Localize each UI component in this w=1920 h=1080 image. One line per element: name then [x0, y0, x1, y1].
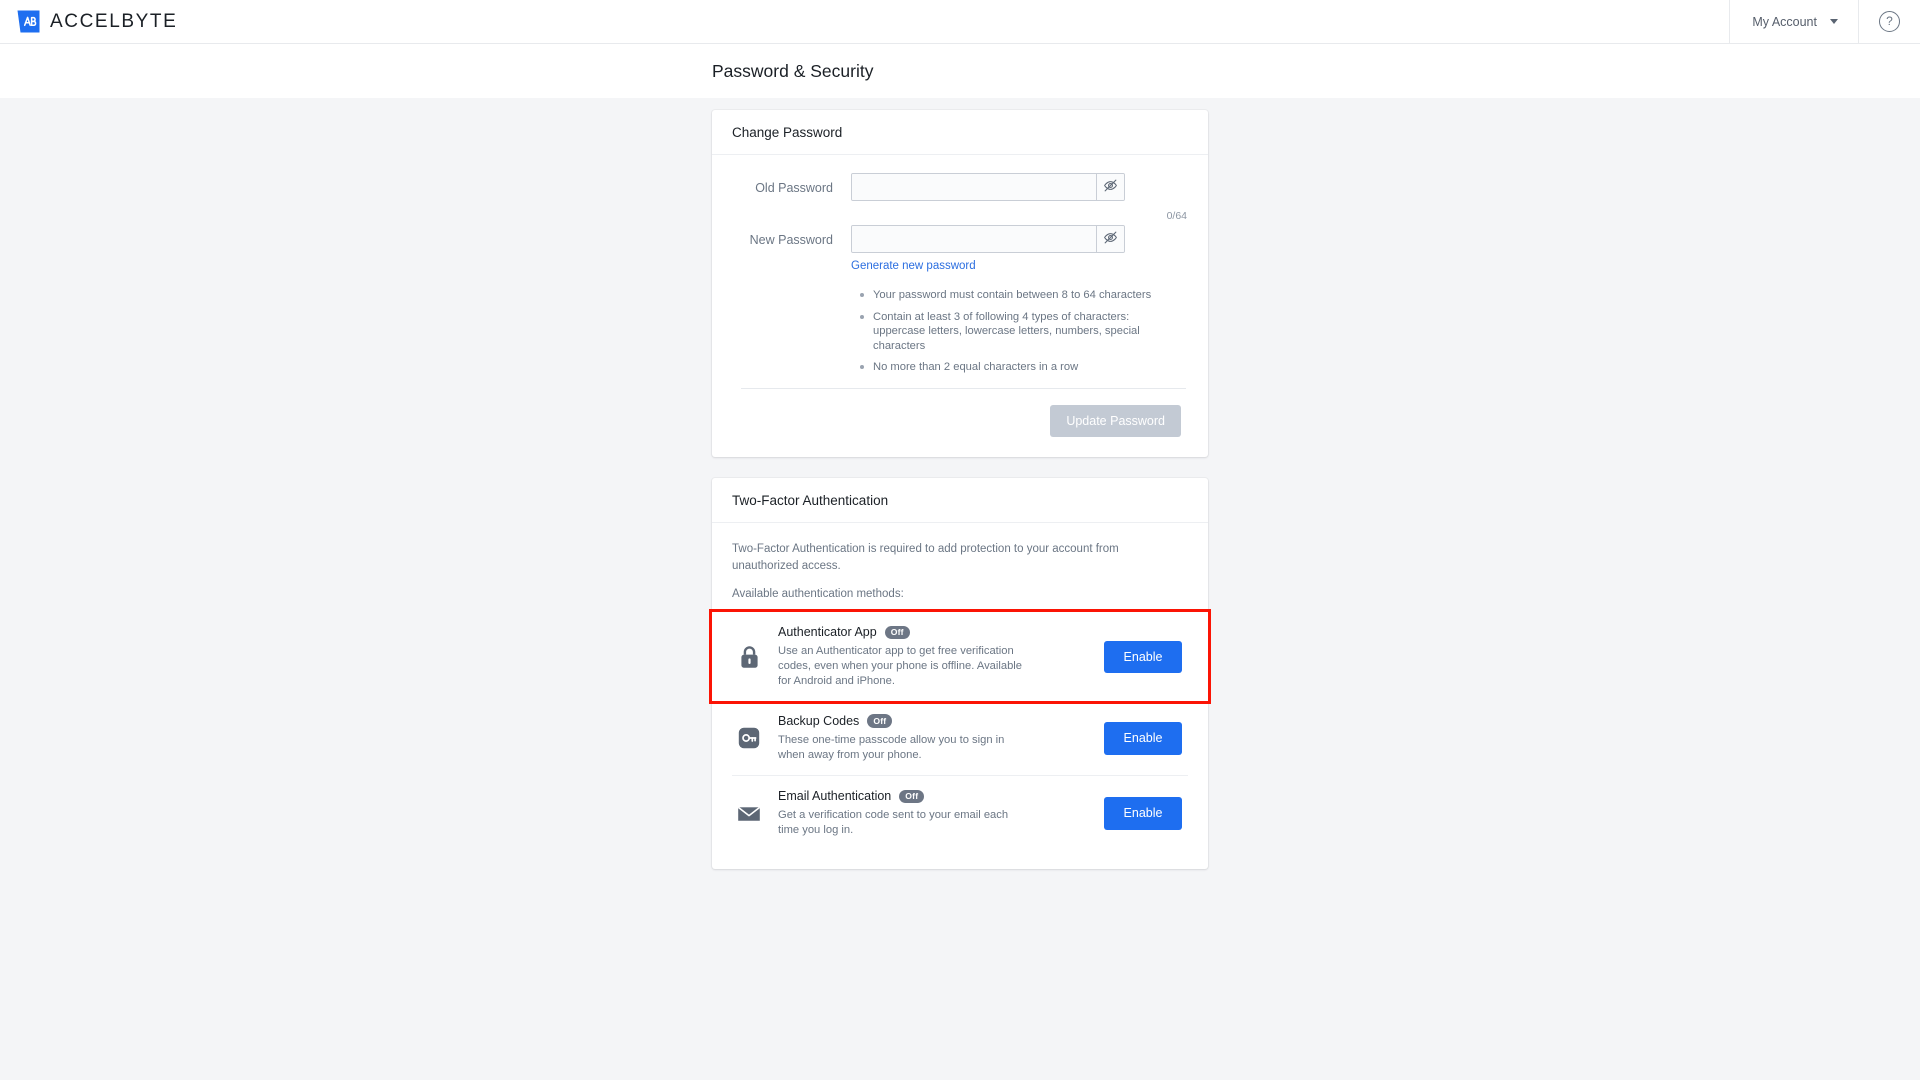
- account-menu-button[interactable]: My Account: [1729, 0, 1858, 44]
- chevron-down-icon: [1830, 19, 1838, 24]
- page-title: Password & Security: [712, 60, 874, 81]
- key-icon: [734, 727, 764, 749]
- page-title-band: Password & Security: [0, 44, 1920, 98]
- method-action-authenticator-app: Enable: [1104, 640, 1184, 674]
- generate-new-password-link[interactable]: Generate new password: [851, 260, 976, 272]
- status-badge: Off: [884, 625, 910, 640]
- password-rules-list: Your password must contain between 8 to …: [859, 288, 1188, 375]
- method-row-backup-codes: Backup Codes Off These one-time passcode…: [732, 701, 1188, 775]
- update-password-button[interactable]: Update Password: [1050, 404, 1181, 438]
- method-title: Email Authentication: [778, 789, 892, 804]
- method-text-authenticator-app: Authenticator App Off Use an Authenticat…: [764, 625, 1104, 688]
- method-title: Backup Codes: [778, 714, 860, 729]
- password-rule-item: No more than 2 equal characters in a row: [859, 360, 1179, 375]
- old-password-input-group: [851, 173, 1125, 201]
- change-password-actions: Update Password: [732, 389, 1188, 440]
- eye-off-icon: [1103, 178, 1118, 196]
- method-action-backup-codes: Enable: [1104, 722, 1184, 755]
- change-password-card-body: Old Password New Password 0/64 Generate …: [712, 155, 1208, 457]
- new-password-character-counter: 0/64: [1166, 210, 1187, 222]
- top-bar-right: My Account ?: [1729, 0, 1920, 44]
- new-password-row: New Password 0/64 Generate new password: [732, 210, 1188, 274]
- new-password-input-group: [851, 225, 1125, 253]
- method-title: Authenticator App: [778, 625, 877, 640]
- method-description: These one-time passcode allow you to sig…: [778, 734, 1005, 761]
- old-password-visibility-toggle[interactable]: [1096, 174, 1124, 200]
- status-badge: Off: [867, 714, 893, 729]
- new-password-field-col: 0/64 Generate new password: [851, 210, 1188, 274]
- new-password-visibility-toggle[interactable]: [1096, 226, 1124, 252]
- help-circle-icon: ?: [1879, 11, 1900, 32]
- method-row-email-authentication: Email Authentication Off Get a verificat…: [732, 775, 1188, 850]
- change-password-card-title: Change Password: [712, 110, 1208, 155]
- authentication-methods-list: Authenticator App Off Use an Authenticat…: [709, 609, 1211, 850]
- method-action-email-authentication: Enable: [1104, 797, 1184, 830]
- new-password-input[interactable]: [852, 226, 1096, 252]
- new-password-label: New Password: [749, 233, 833, 247]
- brand-name: ACCELBYTE: [50, 10, 178, 32]
- top-bar: ACCELBYTE My Account ?: [0, 0, 1920, 44]
- method-text-backup-codes: Backup Codes Off These one-time passcode…: [764, 714, 1104, 762]
- two-factor-card-title: Two-Factor Authentication: [712, 478, 1208, 524]
- lock-icon: [734, 645, 764, 669]
- two-factor-card-body: Two-Factor Authentication is required to…: [709, 523, 1211, 868]
- available-methods-label: Available authentication methods:: [732, 588, 904, 601]
- old-password-input[interactable]: [852, 174, 1096, 200]
- two-factor-intro-text: Two-Factor Authentication is required to…: [732, 543, 1119, 572]
- method-title-row: Authenticator App Off: [778, 625, 1094, 639]
- old-password-field-col: [851, 173, 1188, 201]
- method-description: Get a verification code sent to your ema…: [778, 809, 1009, 837]
- eye-off-icon: [1103, 230, 1118, 248]
- help-button[interactable]: ?: [1858, 0, 1920, 44]
- method-text-email-authentication: Email Authentication Off Get a verificat…: [764, 789, 1104, 837]
- accelbyte-logo-icon: [16, 9, 41, 34]
- account-menu-label: My Account: [1752, 14, 1817, 29]
- method-title-row: Email Authentication Off: [778, 789, 1094, 803]
- brand-logo[interactable]: ACCELBYTE: [0, 9, 177, 34]
- change-password-card: Change Password Old Password New Passwor…: [712, 110, 1208, 458]
- mail-icon: [734, 805, 764, 823]
- enable-email-authentication-button[interactable]: Enable: [1104, 797, 1182, 830]
- page-content: Change Password Old Password New Passwor…: [0, 98, 1920, 1080]
- old-password-row: Old Password: [732, 173, 1188, 201]
- method-row-authenticator-app: Authenticator App Off Use an Authenticat…: [709, 609, 1211, 705]
- method-title-row: Backup Codes Off: [778, 714, 1094, 728]
- password-rule-item: Your password must contain between 8 to …: [859, 288, 1179, 303]
- enable-backup-codes-button[interactable]: Enable: [1104, 722, 1182, 755]
- password-rule-item: Contain at least 3 of following 4 types …: [859, 310, 1179, 354]
- status-badge: Off: [899, 789, 925, 804]
- old-password-label: Old Password: [755, 181, 833, 195]
- enable-authenticator-app-button[interactable]: Enable: [1104, 640, 1182, 674]
- method-description: Use an Authenticator app to get free ver…: [778, 645, 1023, 687]
- two-factor-authentication-card: Two-Factor Authentication Two-Factor Aut…: [709, 478, 1211, 869]
